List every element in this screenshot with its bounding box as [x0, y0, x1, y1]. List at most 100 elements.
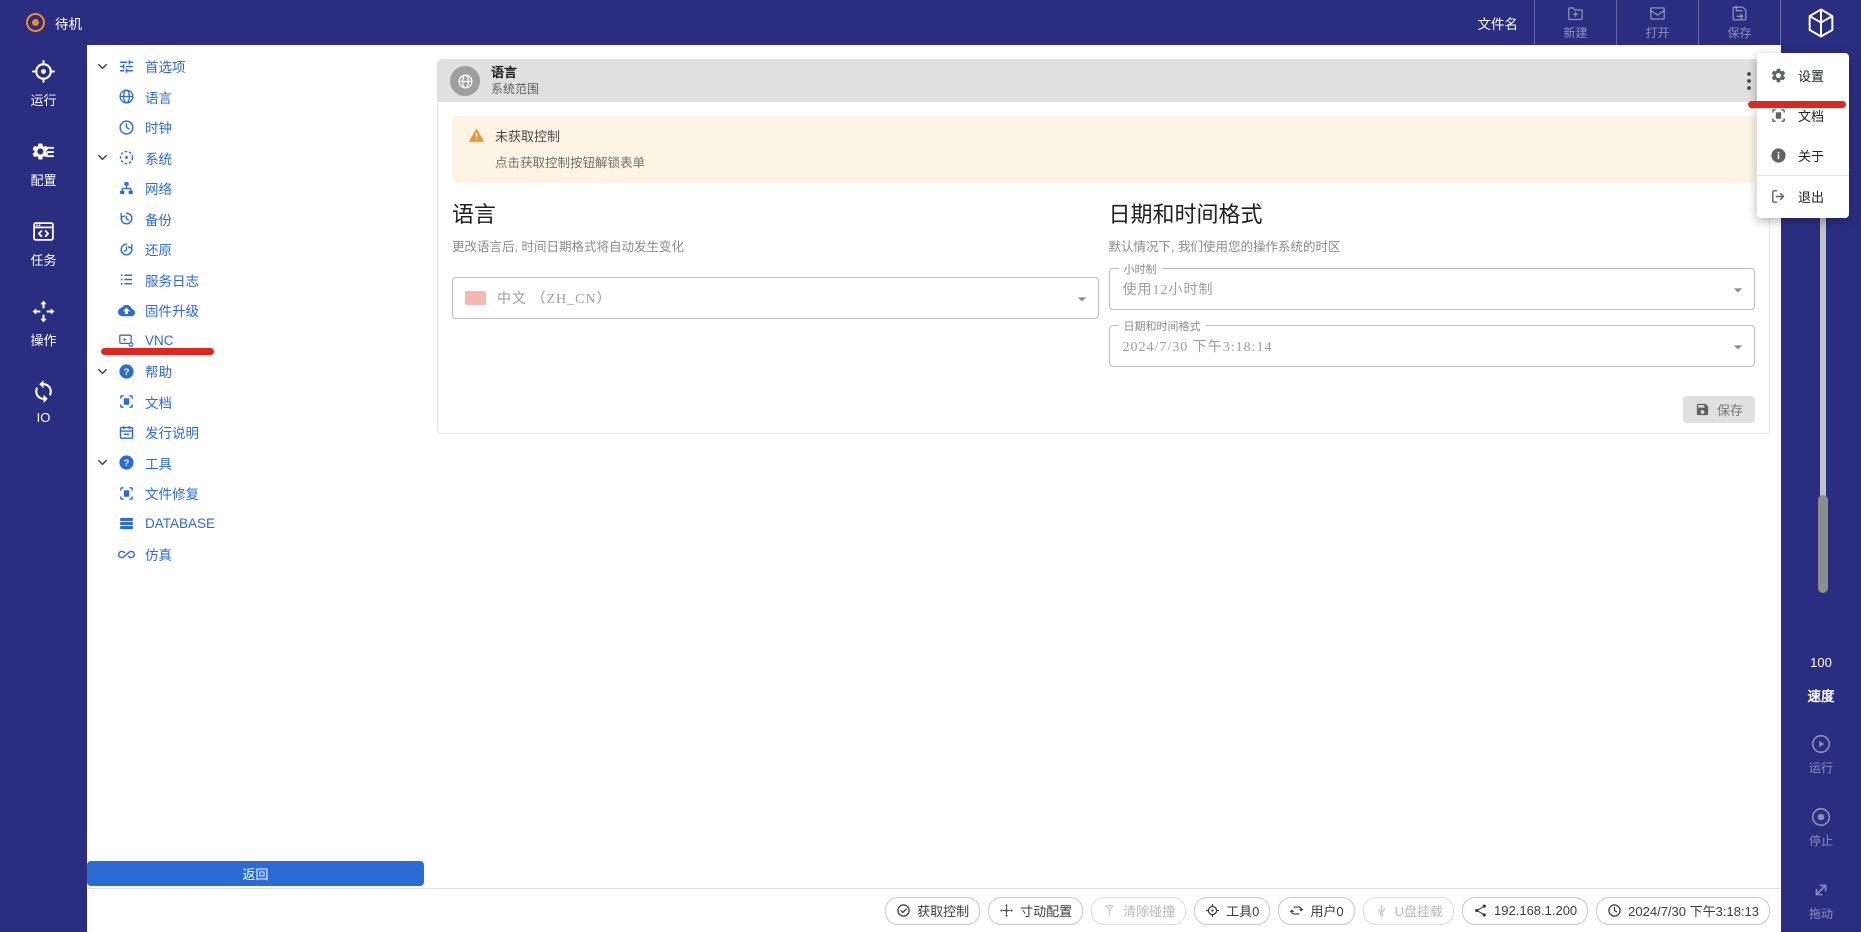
top-bar-right: 文件名 新建 打开 保存	[1478, 0, 1861, 45]
tree-item-file-repair[interactable]: 文件修复	[87, 478, 424, 509]
doc-scan-icon	[118, 393, 135, 410]
help-circle-icon: ?	[118, 363, 135, 380]
chip-get-control[interactable]: 获取控制	[885, 897, 980, 925]
filename-label: 文件名	[1478, 13, 1519, 33]
chip-tool0[interactable]: 工具0	[1194, 897, 1270, 925]
clock-icon	[1607, 903, 1622, 918]
globe-icon	[118, 88, 135, 105]
rail-item-label: IO	[37, 410, 51, 425]
status-bar: 获取控制 寸动配置 清除碰撞 工具0 用户0 U盘挂载 192.168.1.20…	[87, 888, 1781, 932]
tree-item-firmware[interactable]: 固件升级	[87, 295, 424, 326]
chip-datetime[interactable]: 2024/7/30 下午3:18:13	[1596, 897, 1770, 925]
save-top-button-label: 保存	[1727, 24, 1751, 41]
tree-item-language[interactable]: 语言	[87, 82, 424, 113]
rail-item-config[interactable]: 配置	[30, 139, 56, 189]
hour-format-select[interactable]: 小时制 使用12小时制	[1109, 268, 1756, 310]
tree-item-label: VNC	[145, 333, 174, 348]
annotation-underline-settings	[1748, 101, 1846, 108]
tree-item-label: 文件修复	[145, 483, 199, 503]
open-button[interactable]: 打开	[1616, 0, 1698, 45]
menu-item-label: 关于	[1798, 146, 1824, 165]
chevron-down-icon[interactable]	[95, 455, 110, 470]
tree-item-network[interactable]: 网络	[87, 173, 424, 204]
top-bar: 待机 文件名 新建 打开 保存	[0, 0, 1861, 45]
new-file-icon	[1566, 4, 1585, 23]
chip-label: U盘挂载	[1395, 901, 1443, 920]
datetime-format-select[interactable]: 日期和时间格式 2024/7/30 下午3:18:14	[1109, 325, 1756, 367]
tree-item-tools[interactable]: ? 工具	[87, 448, 424, 479]
chip-usb-mount: U盘挂载	[1363, 897, 1454, 925]
tree-item-label: 工具	[145, 453, 172, 473]
app-window: 待机 文件名 新建 打开 保存 运行	[0, 0, 1861, 932]
new-button[interactable]: 新建	[1534, 0, 1616, 45]
chevron-down-icon[interactable]	[95, 150, 110, 165]
menu-item-exit[interactable]: 退出	[1757, 175, 1849, 216]
menu-item-label: 文档	[1798, 106, 1824, 125]
chip-ip-address[interactable]: 192.168.1.200	[1462, 897, 1588, 925]
rail-item-operate[interactable]: 操作	[30, 299, 56, 349]
tree-item-clock[interactable]: 时钟	[87, 112, 424, 143]
speed-label: 速度	[1781, 685, 1861, 705]
speed-slider-handle[interactable]	[1818, 495, 1828, 593]
tree-item-system[interactable]: 系统	[87, 143, 424, 174]
tree-item-preferences[interactable]: 首选项	[87, 51, 424, 82]
list-log-icon	[118, 271, 135, 288]
panel-stop-button[interactable]: 停止	[1781, 806, 1861, 849]
chip-label: 获取控制	[917, 901, 969, 920]
rail-item-run[interactable]: 运行	[30, 59, 56, 109]
tree-item-service-log[interactable]: 服务日志	[87, 265, 424, 296]
tree-item-label: 发行说明	[145, 422, 199, 442]
tune-icon	[118, 58, 135, 75]
app-logo-button[interactable]	[1780, 0, 1861, 45]
panel-drag-label: 拖动	[1809, 905, 1833, 922]
gear-lines-icon	[31, 139, 56, 164]
tree-item-release-notes[interactable]: 发行说明	[87, 417, 424, 448]
save-button-label: 保存	[1717, 400, 1743, 419]
settings-tree: 首选项 语言 时钟 系统 网络 备份 还原 服务日志	[87, 45, 424, 932]
chevron-down-icon[interactable]	[95, 364, 110, 379]
tree-item-label: 时钟	[145, 117, 172, 137]
tool-target-icon	[1205, 903, 1220, 918]
language-subtitle: 更改语言后, 时间日期格式将自动发生变化	[452, 236, 1099, 255]
chip-user0[interactable]: 用户0	[1278, 897, 1354, 925]
infinity-icon	[118, 546, 135, 563]
sync-icon	[31, 379, 56, 404]
chevron-down-icon[interactable]	[95, 59, 110, 74]
chip-jog-config[interactable]: 寸动配置	[988, 897, 1083, 925]
tree-item-label: DATABASE	[145, 516, 215, 531]
language-select[interactable]: 中文 （ZH_CN）	[452, 277, 1099, 319]
tree-item-docs[interactable]: 文档	[87, 387, 424, 418]
svg-text:?: ?	[124, 458, 130, 469]
control-warning-banner: 未获取控制 点击获取控制按钮解锁表单	[452, 116, 1755, 183]
tree-item-simulation[interactable]: 仿真	[87, 539, 424, 570]
speed-value: 100	[1781, 655, 1861, 670]
rail-item-label: 任务	[30, 250, 56, 269]
tree-item-label: 服务日志	[145, 270, 199, 290]
menu-item-settings[interactable]: 设置	[1757, 55, 1849, 95]
jog-icon	[999, 903, 1014, 918]
tree-item-restore[interactable]: 还原	[87, 234, 424, 265]
panel-drag-button[interactable]: 拖动	[1781, 879, 1861, 922]
restore-icon	[118, 241, 135, 258]
lan-icon	[118, 180, 135, 197]
tree-item-help[interactable]: ? 帮助	[87, 356, 424, 387]
rail-item-io[interactable]: IO	[31, 379, 56, 425]
robot-status: 待机	[26, 13, 82, 33]
save-top-button[interactable]: 保存	[1698, 0, 1780, 45]
chevron-down-icon	[1728, 337, 1748, 357]
menu-item-about[interactable]: 关于	[1757, 135, 1849, 175]
language-section: 语言 更改语言后, 时间日期格式将自动发生变化 中文 （ZH_CN）	[452, 197, 1099, 367]
back-button[interactable]: 返回	[87, 861, 424, 886]
language-select-value: 中文 （ZH_CN）	[497, 288, 612, 308]
rail-item-task[interactable]: 任务	[30, 219, 56, 269]
target-icon	[31, 59, 56, 84]
save-button[interactable]: 保存	[1683, 396, 1755, 423]
tree-item-database[interactable]: DATABASE	[87, 509, 424, 540]
chip-label: 2024/7/30 下午3:18:13	[1628, 901, 1759, 920]
datetime-subtitle: 默认情况下, 我们使用您的操作系统的时区	[1109, 236, 1756, 255]
cn-flag-icon	[465, 291, 486, 305]
cloud-upload-icon	[118, 302, 135, 319]
panel-run-button[interactable]: 运行	[1781, 733, 1861, 776]
cube-logo-icon	[1804, 6, 1838, 40]
tree-item-backup[interactable]: 备份	[87, 204, 424, 235]
